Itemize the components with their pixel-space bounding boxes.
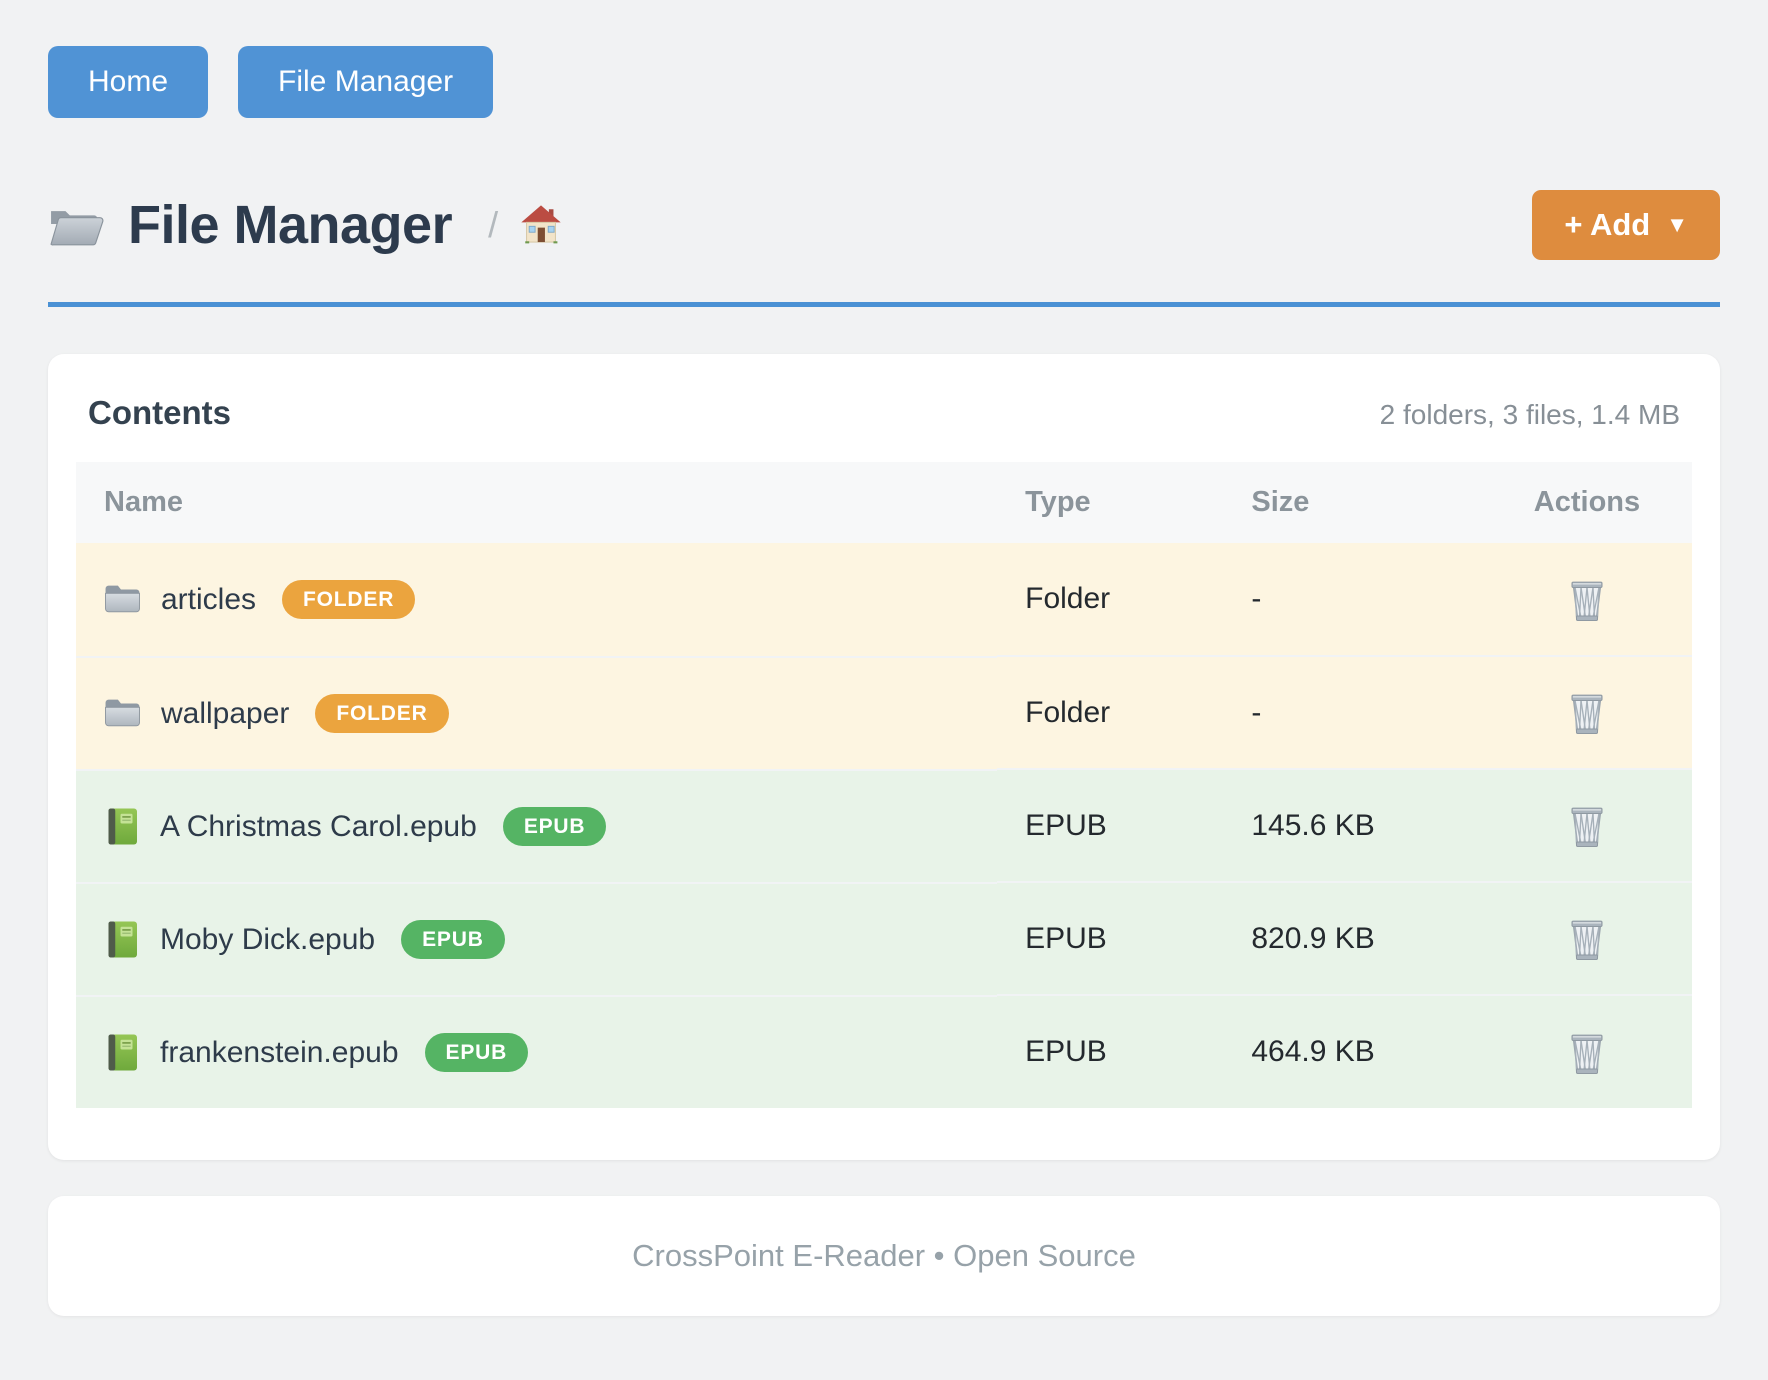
delete-button[interactable]	[1562, 573, 1612, 626]
trash-icon	[1566, 690, 1608, 735]
type-badge: FOLDER	[315, 694, 448, 733]
table-row: A Christmas Carol.epub EPUB EPUB 145.6 K…	[76, 769, 1692, 882]
column-header-actions: Actions	[1482, 462, 1692, 543]
type-cell: Folder	[997, 543, 1223, 656]
add-button[interactable]: + Add ▼	[1532, 190, 1720, 260]
size-cell: 145.6 KB	[1223, 769, 1482, 882]
contents-card: Contents 2 folders, 3 files, 1.4 MB Name…	[48, 354, 1720, 1160]
breadcrumb-separator: /	[488, 204, 498, 246]
file-manager-button[interactable]: File Manager	[238, 46, 493, 118]
type-cell: EPUB	[997, 769, 1223, 882]
trash-icon	[1566, 803, 1608, 848]
table-row: wallpaper FOLDER Folder -	[76, 656, 1692, 769]
delete-button[interactable]	[1562, 799, 1612, 852]
column-header-size: Size	[1223, 462, 1482, 543]
green-book-icon	[104, 807, 140, 846]
size-cell: 464.9 KB	[1223, 995, 1482, 1108]
type-cell: EPUB	[997, 882, 1223, 995]
size-cell: 820.9 KB	[1223, 882, 1482, 995]
trash-icon	[1566, 916, 1608, 961]
table-row: articles FOLDER Folder -	[76, 543, 1692, 656]
footer: CrossPoint E-Reader • Open Source	[48, 1196, 1720, 1316]
file-name[interactable]: wallpaper	[161, 697, 289, 731]
type-badge: FOLDER	[282, 580, 415, 619]
top-nav: Home File Manager	[48, 46, 1720, 118]
type-cell: EPUB	[997, 995, 1223, 1108]
card-header: Contents 2 folders, 3 files, 1.4 MB	[76, 394, 1692, 432]
trash-icon	[1566, 577, 1608, 622]
file-table: Name Type Size Actions articles FOLDER F…	[76, 462, 1692, 1108]
footer-text: CrossPoint E-Reader • Open Source	[632, 1238, 1136, 1274]
file-name[interactable]: articles	[161, 583, 256, 617]
type-badge: EPUB	[401, 920, 505, 959]
type-badge: EPUB	[503, 807, 607, 846]
title-group: File Manager /	[48, 194, 562, 256]
trash-icon	[1566, 1030, 1608, 1075]
card-title: Contents	[88, 394, 231, 432]
type-cell: Folder	[997, 656, 1223, 769]
home-button[interactable]: Home	[48, 46, 208, 118]
delete-button[interactable]	[1562, 1026, 1612, 1079]
type-badge: EPUB	[425, 1033, 529, 1072]
table-row: frankenstein.epub EPUB EPUB 464.9 KB	[76, 995, 1692, 1108]
folder-icon	[104, 584, 141, 615]
contents-summary: 2 folders, 3 files, 1.4 MB	[1380, 399, 1680, 431]
page-header: File Manager / + Add ▼	[48, 190, 1720, 260]
header-divider	[48, 302, 1720, 307]
file-name[interactable]: A Christmas Carol.epub	[160, 810, 477, 844]
add-button-label: + Add	[1564, 207, 1650, 243]
folder-icon	[104, 698, 141, 729]
chevron-down-icon: ▼	[1666, 214, 1688, 236]
green-book-icon	[104, 1033, 140, 1072]
open-folder-icon	[48, 201, 106, 250]
page-title: File Manager	[128, 194, 452, 256]
column-header-type: Type	[997, 462, 1223, 543]
house-icon[interactable]	[520, 204, 562, 246]
table-header-row: Name Type Size Actions	[76, 462, 1692, 543]
page: Home File Manager File Manager / + Add ▼…	[48, 0, 1720, 1316]
column-header-name: Name	[76, 462, 997, 543]
size-cell: -	[1223, 543, 1482, 656]
delete-button[interactable]	[1562, 912, 1612, 965]
delete-button[interactable]	[1562, 686, 1612, 739]
table-row: Moby Dick.epub EPUB EPUB 820.9 KB	[76, 882, 1692, 995]
green-book-icon	[104, 920, 140, 959]
size-cell: -	[1223, 656, 1482, 769]
file-name[interactable]: Moby Dick.epub	[160, 923, 375, 957]
file-name[interactable]: frankenstein.epub	[160, 1036, 399, 1070]
